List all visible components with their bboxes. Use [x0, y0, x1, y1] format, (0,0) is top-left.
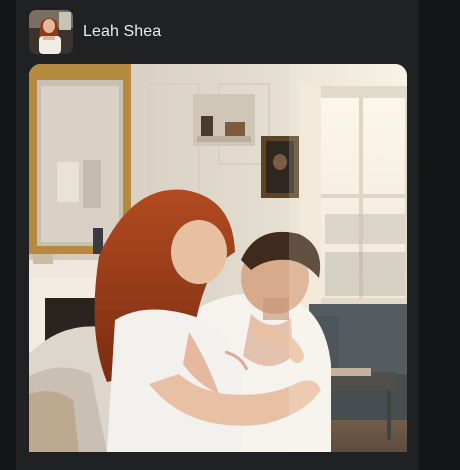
post-header: Leah Shea: [29, 10, 161, 54]
author-name[interactable]: Leah Shea: [83, 23, 161, 41]
post-card-footer: [16, 452, 419, 470]
user-avatar-icon[interactable]: [29, 10, 73, 54]
post-photo[interactable]: [29, 64, 407, 452]
page: Leah Shea: [0, 0, 460, 470]
